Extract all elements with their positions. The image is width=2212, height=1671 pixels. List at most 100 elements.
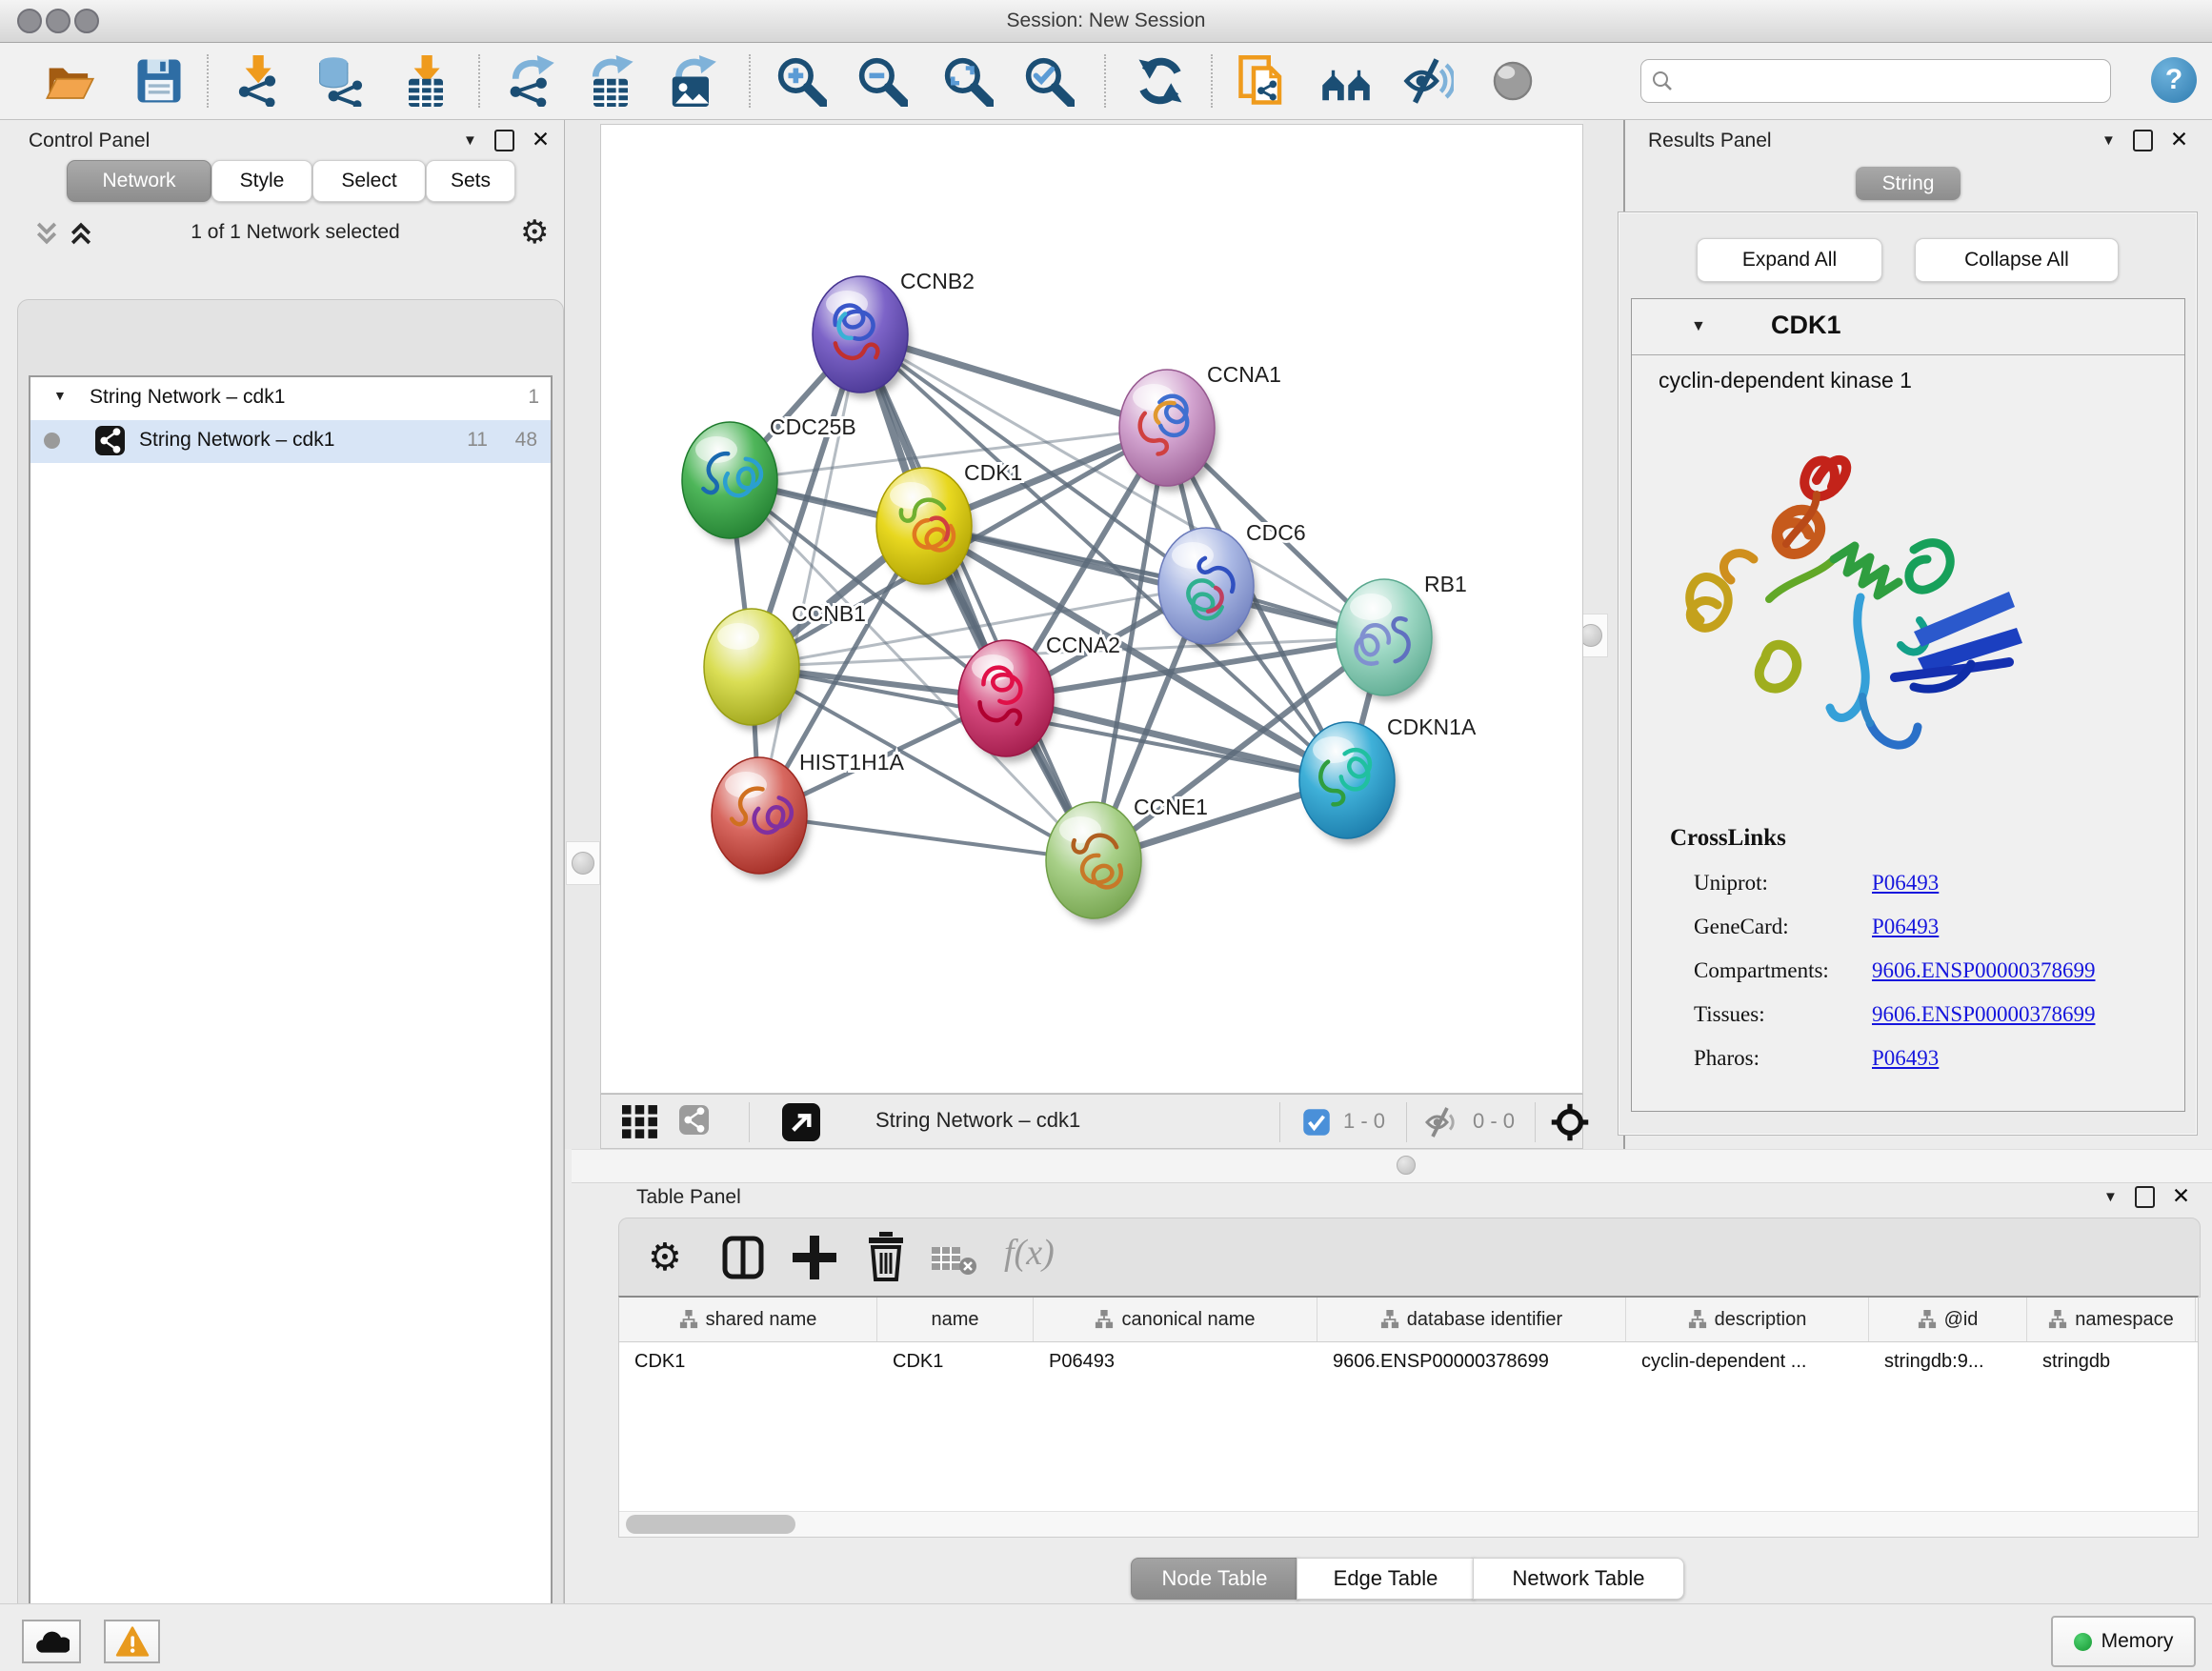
column-header--id[interactable]: @id: [1869, 1298, 2027, 1341]
collapse-all-chevron-icon[interactable]: [32, 219, 61, 248]
left-splitter-handle[interactable]: [566, 841, 600, 885]
table-cell[interactable]: stringdb:9...: [1869, 1342, 2027, 1380]
collapse-all-button[interactable]: Collapse All: [1915, 238, 2119, 282]
export-image-icon[interactable]: [666, 55, 717, 107]
column-header-database-identifier[interactable]: database identifier: [1317, 1298, 1626, 1341]
panel-menu-icon[interactable]: ▼: [463, 132, 477, 149]
column-header-namespace[interactable]: namespace: [2027, 1298, 2196, 1341]
tab-network-table[interactable]: Network Table: [1473, 1558, 1684, 1600]
delete-column-trash-icon[interactable]: [865, 1232, 907, 1281]
export-table-icon[interactable]: [585, 55, 636, 107]
grid-view-icon[interactable]: [622, 1105, 658, 1139]
string-view-icon[interactable]: [679, 1105, 709, 1135]
tab-node-table[interactable]: Node Table: [1131, 1558, 1298, 1600]
network-graph[interactable]: CCNB2CCNA1CDC25BCDK1CDC6RB1CCNB1CCNA2CDK…: [601, 125, 1582, 1093]
memory-button[interactable]: Memory: [2051, 1616, 2196, 1667]
cloud-status-button[interactable]: [22, 1620, 81, 1663]
show-columns-icon[interactable]: [722, 1236, 764, 1279]
delete-table-icon[interactable]: [932, 1243, 977, 1276]
zoom-selected-icon[interactable]: [1023, 55, 1075, 107]
tab-sets[interactable]: Sets: [426, 160, 515, 202]
network-node-CDKN1A[interactable]: [1299, 722, 1398, 844]
network-node-CDK1[interactable]: [876, 468, 975, 590]
help-button[interactable]: ?: [2151, 57, 2197, 103]
panel-close-icon[interactable]: ✕: [532, 131, 550, 150]
column-header-canonical-name[interactable]: canonical name: [1034, 1298, 1317, 1341]
node-table[interactable]: shared namenamecanonical namedatabase id…: [618, 1296, 2199, 1538]
table-cell[interactable]: P06493: [1034, 1342, 1317, 1380]
hide-panel-eye-icon[interactable]: [1402, 55, 1454, 107]
panel-menu-icon[interactable]: ▼: [2103, 1189, 2118, 1205]
add-column-icon[interactable]: [793, 1234, 836, 1281]
tab-edge-table[interactable]: Edge Table: [1297, 1558, 1475, 1600]
import-network-icon[interactable]: [231, 55, 283, 107]
network-view-canvas[interactable]: CCNB2CCNA1CDC25BCDK1CDC6RB1CCNB1CCNA2CDK…: [600, 124, 1583, 1094]
gene-header[interactable]: ▼ CDK1: [1632, 299, 2184, 355]
zoom-out-icon[interactable]: [856, 55, 908, 107]
tab-select[interactable]: Select: [312, 160, 426, 202]
toolbar-search-input[interactable]: [1640, 59, 2111, 103]
table-cell[interactable]: 9606.ENSP00000378699: [1317, 1342, 1626, 1380]
panel-float-icon[interactable]: [494, 130, 514, 151]
birds-eye-view-icon[interactable]: [1550, 1102, 1590, 1142]
table-row[interactable]: CDK1CDK1P064939606.ENSP00000378699cyclin…: [619, 1342, 2198, 1380]
table-cell[interactable]: cyclin-dependent ...: [1626, 1342, 1869, 1380]
import-table-icon[interactable]: [400, 55, 452, 107]
network-node-CCNE1[interactable]: [1046, 802, 1144, 924]
crosslink-link[interactable]: 9606.ENSP00000378699: [1872, 958, 2096, 983]
horizontal-splitter-handle[interactable]: [1397, 1156, 1416, 1175]
network-edge[interactable]: [759, 334, 860, 815]
open-session-icon[interactable]: [44, 55, 95, 107]
show-panel-eye-icon[interactable]: [1487, 55, 1538, 107]
open-in-window-icon[interactable]: [782, 1103, 820, 1141]
network-node-RB1[interactable]: [1337, 579, 1435, 701]
network-options-gear-icon[interactable]: ⚙: [520, 213, 549, 252]
tab-style[interactable]: Style: [211, 160, 312, 202]
network-node-CCNB1[interactable]: [704, 609, 802, 731]
column-header-name[interactable]: name: [877, 1298, 1034, 1341]
function-builder-icon[interactable]: f(x): [1004, 1232, 1055, 1274]
network-node-CDC6[interactable]: [1158, 528, 1257, 650]
table-cell[interactable]: CDK1: [619, 1342, 877, 1380]
column-header-shared-name[interactable]: shared name: [619, 1298, 877, 1341]
network-overview-icon[interactable]: [1320, 55, 1372, 107]
export-network-icon[interactable]: [505, 55, 556, 107]
crosslink-link[interactable]: P06493: [1872, 871, 1939, 896]
network-row-selected[interactable]: String Network – cdk1 11 48: [30, 420, 551, 463]
scrollbar-thumb[interactable]: [626, 1515, 795, 1534]
tab-network[interactable]: Network: [67, 160, 211, 202]
network-node-CCNA1[interactable]: [1119, 370, 1217, 492]
collection-expander-icon[interactable]: ▼: [53, 388, 67, 403]
hidden-elements-eye-icon[interactable]: [1422, 1105, 1460, 1139]
results-tab-string[interactable]: String: [1856, 167, 1961, 200]
panel-menu-icon[interactable]: ▼: [2101, 132, 2116, 149]
network-node-HIST1H1A[interactable]: [712, 757, 810, 879]
zoom-in-icon[interactable]: [775, 55, 827, 107]
expand-all-chevron-icon[interactable]: [67, 219, 95, 248]
search-text-field[interactable]: [1683, 62, 2106, 100]
left-splitter[interactable]: [565, 120, 600, 1149]
table-settings-gear-icon[interactable]: ⚙: [648, 1236, 682, 1279]
import-database-icon[interactable]: [314, 55, 366, 107]
network-edge[interactable]: [860, 334, 1094, 860]
column-header-description[interactable]: description: [1626, 1298, 1869, 1341]
expand-all-button[interactable]: Expand All: [1697, 238, 1882, 282]
network-node-CCNA2[interactable]: [958, 640, 1056, 762]
crosslink-link[interactable]: 9606.ENSP00000378699: [1872, 1002, 2096, 1027]
table-cell[interactable]: stringdb: [2027, 1342, 2196, 1380]
gene-expander-icon[interactable]: ▼: [1691, 318, 1706, 335]
table-horizontal-scrollbar[interactable]: [619, 1511, 2198, 1537]
network-node-CCNB2[interactable]: [813, 276, 911, 398]
save-session-icon[interactable]: [133, 55, 185, 107]
panel-float-icon[interactable]: [2135, 1186, 2155, 1208]
network-collection-row[interactable]: ▼ String Network – cdk1 1: [30, 377, 551, 420]
selected-nodes-checkbox-icon[interactable]: [1302, 1108, 1331, 1137]
zoom-fit-icon[interactable]: [942, 55, 994, 107]
warning-status-button[interactable]: [104, 1620, 160, 1663]
clone-network-icon[interactable]: [1237, 55, 1288, 107]
panel-close-icon[interactable]: ✕: [2170, 131, 2188, 150]
panel-close-icon[interactable]: ✕: [2172, 1188, 2190, 1206]
panel-float-icon[interactable]: [2133, 130, 2153, 151]
network-edge[interactable]: [924, 526, 1384, 637]
crosslink-link[interactable]: P06493: [1872, 1046, 1939, 1071]
